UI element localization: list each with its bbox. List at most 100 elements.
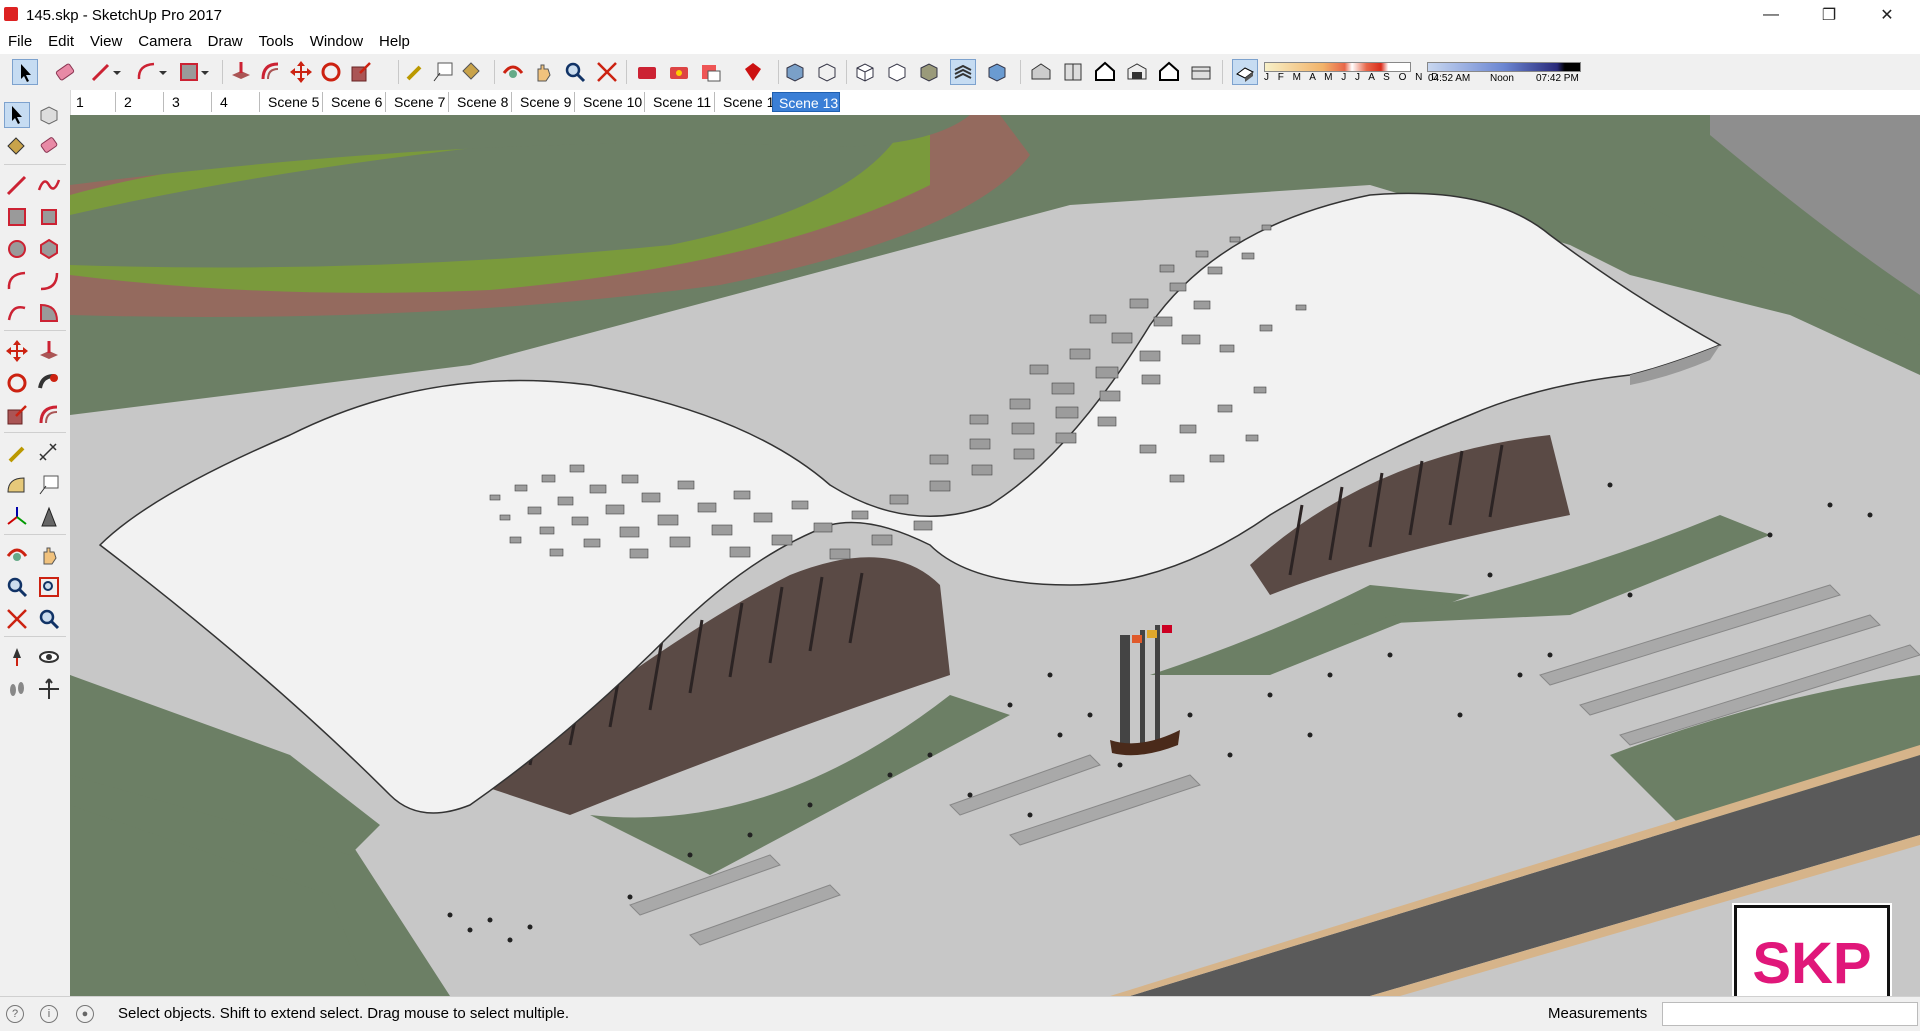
axes-tool-icon[interactable] [4, 504, 30, 530]
zoom-extents-tool-icon[interactable] [594, 59, 620, 85]
three-point-arc-tool-icon[interactable] [4, 300, 30, 326]
move-tool-icon[interactable] [288, 59, 314, 85]
time-slider[interactable] [1427, 62, 1581, 72]
close-button[interactable]: ✕ [1858, 0, 1916, 30]
scale-tool-icon[interactable] [348, 59, 374, 85]
shadows-toggle-icon[interactable] [1232, 59, 1258, 85]
measurements-input[interactable] [1662, 1002, 1918, 1026]
select-tool-icon[interactable] [4, 102, 30, 128]
follow-me-tool-icon[interactable] [36, 370, 62, 396]
scene-tab-7[interactable]: Scene 7 [388, 92, 449, 112]
iso-view-icon[interactable] [984, 59, 1010, 85]
menu-file[interactable]: File [0, 30, 40, 50]
menu-help[interactable]: Help [371, 30, 418, 50]
offset-tool-icon[interactable] [36, 402, 62, 428]
menu-window[interactable]: Window [302, 30, 371, 50]
scene-tab-9[interactable]: Scene 9 [514, 92, 575, 112]
minimize-button[interactable]: — [1742, 0, 1800, 30]
section-plane-tool-icon[interactable] [36, 676, 62, 702]
date-slider[interactable] [1264, 62, 1411, 72]
zoom-tool-icon[interactable] [4, 574, 30, 600]
previous-view-icon[interactable] [36, 606, 62, 632]
offset-tool-icon[interactable] [258, 59, 284, 85]
scene-tab-4[interactable]: 4 [214, 92, 260, 112]
paint-bucket-tool-icon[interactable] [458, 59, 484, 85]
iso-view-house-icon[interactable] [1028, 59, 1054, 85]
line-tool-icon[interactable] [88, 59, 114, 85]
freehand-tool-icon[interactable] [36, 172, 62, 198]
front-view-icon[interactable] [1092, 59, 1118, 85]
push-pull-tool-icon[interactable] [36, 338, 62, 364]
3d-text-tool-icon[interactable] [36, 504, 62, 530]
zoom-extents-tool-icon[interactable] [4, 606, 30, 632]
protractor-tool-icon[interactable] [4, 472, 30, 498]
rotate-tool-icon[interactable] [318, 59, 344, 85]
scene-tab-10[interactable]: Scene 10 [577, 92, 645, 112]
make-component-icon[interactable] [36, 102, 62, 128]
zoom-tool-icon[interactable] [562, 59, 588, 85]
menu-edit[interactable]: Edit [40, 30, 82, 50]
menu-draw[interactable]: Draw [200, 30, 251, 50]
scene-tab-6[interactable]: Scene 6 [325, 92, 386, 112]
scene-tab-2[interactable]: 2 [118, 92, 164, 112]
text-tool-icon[interactable] [36, 472, 62, 498]
maximize-button[interactable]: ❐ [1800, 0, 1858, 30]
two-point-arc-tool-icon[interactable] [36, 268, 62, 294]
top-view-icon[interactable] [1060, 59, 1086, 85]
model-viewport[interactable] [70, 115, 1920, 996]
zoom-window-tool-icon[interactable] [36, 574, 62, 600]
menu-camera[interactable]: Camera [130, 30, 199, 50]
rectangle-tool-icon[interactable] [4, 204, 30, 230]
dimension-tool-icon[interactable] [36, 440, 62, 466]
tape-measure-tool-icon[interactable] [402, 59, 428, 85]
user-account-icon[interactable]: ● [76, 1005, 94, 1023]
shaded-style-icon[interactable] [884, 59, 910, 85]
scene-tab-11[interactable]: Scene 11 [647, 92, 715, 112]
extension-warehouse-icon[interactable] [698, 59, 724, 85]
hidden-line-style-icon[interactable] [852, 59, 878, 85]
3d-warehouse-icon[interactable] [634, 59, 660, 85]
right-view-icon[interactable] [1124, 59, 1150, 85]
position-camera-tool-icon[interactable] [4, 644, 30, 670]
scale-tool-icon[interactable] [4, 402, 30, 428]
wireframe-style-icon[interactable] [814, 59, 840, 85]
orbit-tool-icon[interactable] [500, 59, 526, 85]
credits-icon[interactable]: i [40, 1005, 58, 1023]
rectangle-tool-icon[interactable] [176, 59, 202, 85]
pie-tool-icon[interactable] [36, 300, 62, 326]
rotated-rectangle-tool-icon[interactable] [36, 204, 62, 230]
move-tool-icon[interactable] [4, 338, 30, 364]
xray-style-icon[interactable] [782, 59, 808, 85]
monochrome-style-icon[interactable] [950, 59, 976, 85]
tape-measure-tool-icon[interactable] [4, 440, 30, 466]
rotate-tool-icon[interactable] [4, 370, 30, 396]
arc-tool-icon[interactable] [4, 268, 30, 294]
shaded-textures-style-icon[interactable] [916, 59, 942, 85]
scene-tab-1[interactable]: 1 [70, 92, 116, 112]
eraser-tool-icon[interactable] [36, 132, 62, 158]
scene-tab-8[interactable]: Scene 8 [451, 92, 512, 112]
line-tool-icon[interactable] [4, 172, 30, 198]
back-view-icon[interactable] [1156, 59, 1182, 85]
scene-tab-13[interactable]: Scene 13 [772, 92, 840, 112]
paint-bucket-tool-icon[interactable] [4, 132, 30, 158]
pan-tool-icon[interactable] [36, 542, 62, 568]
polygon-tool-icon[interactable] [36, 236, 62, 262]
pan-tool-icon[interactable] [530, 59, 556, 85]
menu-view[interactable]: View [82, 30, 130, 50]
orbit-tool-icon[interactable] [4, 542, 30, 568]
eraser-tool-icon[interactable] [52, 59, 78, 85]
arc-tool-icon[interactable] [134, 59, 160, 85]
left-view-icon[interactable] [1188, 59, 1214, 85]
extension-manager-icon[interactable] [740, 59, 766, 85]
share-component-icon[interactable] [666, 59, 692, 85]
look-around-tool-icon[interactable] [36, 644, 62, 670]
select-tool-icon[interactable] [12, 59, 38, 85]
circle-tool-icon[interactable] [4, 236, 30, 262]
text-tool-icon[interactable] [430, 59, 456, 85]
geolocation-icon[interactable]: ? [6, 1005, 24, 1023]
push-pull-tool-icon[interactable] [228, 59, 254, 85]
scene-tab-5[interactable]: Scene 5 [262, 92, 323, 112]
menu-tools[interactable]: Tools [251, 30, 302, 50]
scene-tab-3[interactable]: 3 [166, 92, 212, 112]
